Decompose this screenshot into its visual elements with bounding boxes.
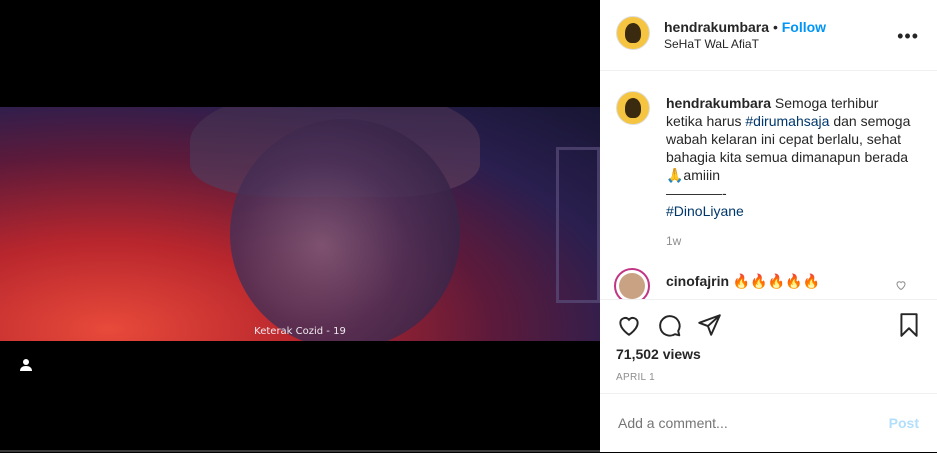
post-caption: hendrakumbara Semoga terhibur ketika har… <box>666 94 916 220</box>
caption-avatar[interactable] <box>616 91 650 125</box>
comment-item: cinofajrin 🔥🔥🔥🔥🔥 <box>666 273 820 290</box>
header-line: hendrakumbara • Follow <box>664 19 826 35</box>
more-dots-icon[interactable]: ••• <box>897 26 919 47</box>
comment-text: 🔥🔥🔥🔥🔥 <box>729 273 821 289</box>
comments-section: hendrakumbara Semoga terhibur ketika har… <box>600 71 937 299</box>
caption-divider: ————- <box>666 185 727 201</box>
comment-input[interactable] <box>616 414 880 432</box>
post-actions: 71,502 views APRIL 1 <box>600 299 937 394</box>
post-header: hendrakumbara • Follow SeHaT WaL AfiaT •… <box>600 0 937 71</box>
post-time[interactable]: 1w <box>666 234 681 248</box>
post-panel: hendrakumbara • Follow SeHaT WaL AfiaT •… <box>600 0 937 452</box>
comment-icon[interactable] <box>656 312 682 338</box>
media-area: Keterak Cozid - 19 <box>0 0 600 452</box>
heart-icon[interactable] <box>616 312 642 338</box>
header-username[interactable]: hendrakumbara <box>664 19 769 35</box>
header-subtitle: SeHaT WaL AfiaT <box>664 37 759 51</box>
comment-like-icon[interactable] <box>895 279 907 291</box>
comment-avatar[interactable] <box>614 268 650 299</box>
comment-username[interactable]: cinofajrin <box>666 273 729 289</box>
header-separator: • <box>772 19 778 35</box>
post-date[interactable]: APRIL 1 <box>616 372 655 383</box>
hashtag-link[interactable]: #dirumahsaja <box>745 113 829 129</box>
view-count[interactable]: 71,502 views <box>616 346 701 362</box>
video-caption: Keterak Cozid - 19 <box>254 326 346 337</box>
video-background-frame <box>556 147 600 303</box>
post-button[interactable]: Post <box>889 415 919 431</box>
add-comment-bar: Post <box>600 393 937 453</box>
video-player[interactable]: Keterak Cozid - 19 <box>0 107 600 341</box>
bookmark-icon[interactable] <box>896 312 922 338</box>
avatar[interactable] <box>616 16 650 50</box>
follow-button[interactable]: Follow <box>782 19 826 35</box>
share-icon[interactable] <box>696 312 722 338</box>
caption-username[interactable]: hendrakumbara <box>666 95 771 111</box>
video-subject-face <box>230 119 460 341</box>
hashtag-link[interactable]: #DinoLiyane <box>666 203 744 219</box>
user-tag-icon[interactable] <box>18 357 34 373</box>
